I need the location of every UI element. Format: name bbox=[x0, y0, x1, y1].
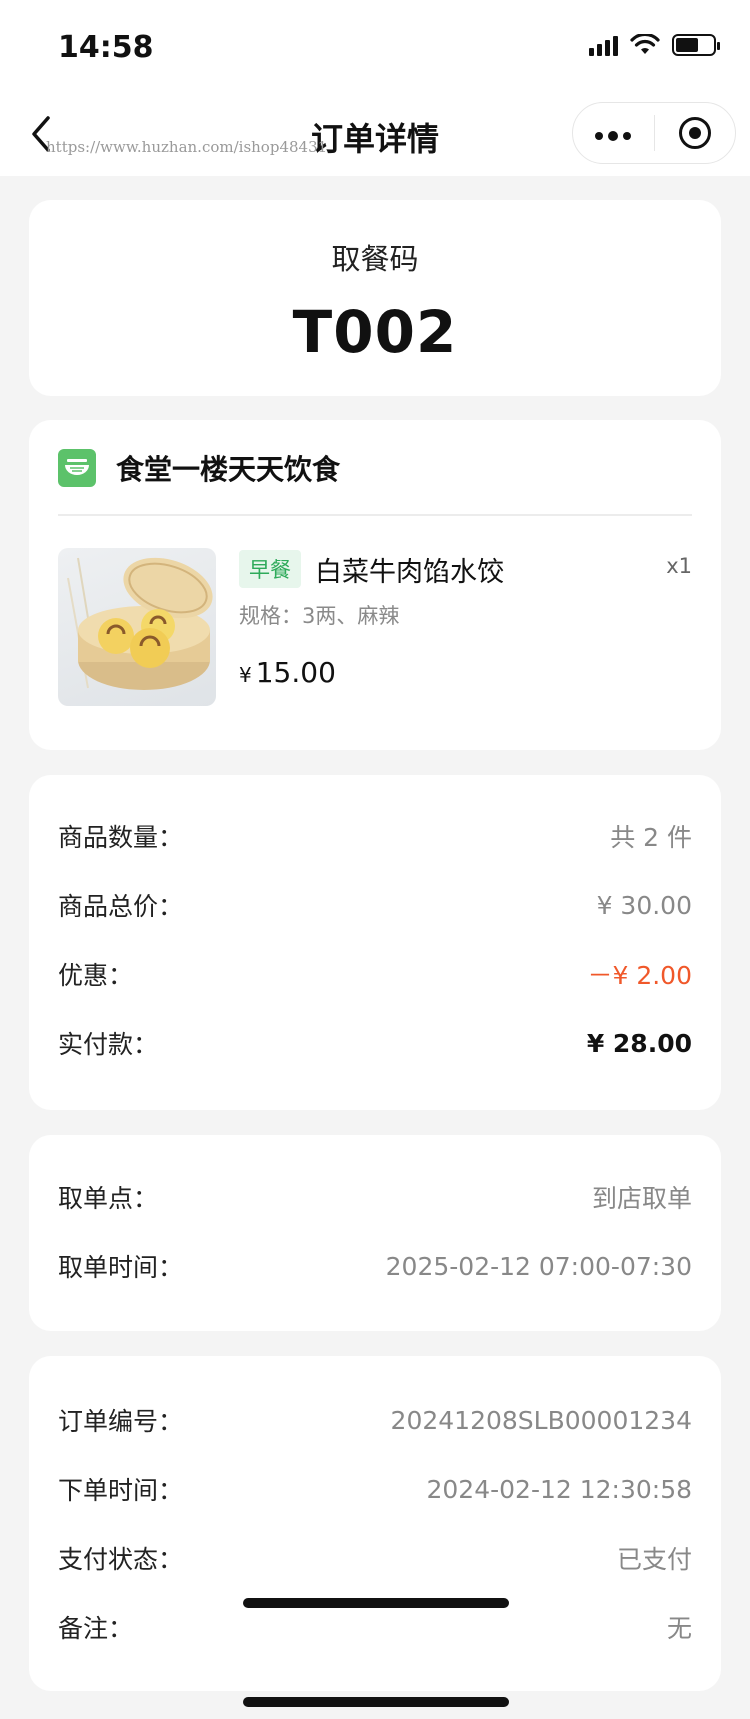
status-icons bbox=[589, 34, 720, 56]
pickup-time-row: 取单时间： 2025-02-12 07:00-07:30 bbox=[58, 1248, 692, 1284]
row-label: 实付款： bbox=[58, 1030, 159, 1059]
bowl-icon bbox=[58, 449, 96, 487]
row-label: 商品总价： bbox=[58, 892, 184, 921]
order-number-row: 订单编号： 20241208SLB00001234 bbox=[58, 1402, 692, 1438]
summary-row-total: 商品总价： ¥ 30.00 bbox=[58, 887, 692, 923]
category-tag: 早餐 bbox=[239, 550, 301, 588]
product-spec: 规格：3两、麻辣 bbox=[239, 604, 400, 628]
product-image[interactable] bbox=[58, 548, 216, 706]
row-value: 到店取单 bbox=[591, 1184, 692, 1213]
summary-row-quantity: 商品数量： 共 2 件 bbox=[58, 818, 692, 854]
price-summary-card: 商品数量： 共 2 件 商品总价： ¥ 30.00 优惠： －¥ 2.00 实付… bbox=[29, 775, 721, 1110]
product-name[interactable]: 白菜牛肉馅水饺 bbox=[315, 550, 504, 589]
summary-row-paid: 实付款： ¥ 28.00 bbox=[58, 1025, 692, 1061]
pickup-code-card: 取餐码 T002 bbox=[29, 200, 721, 396]
signal-icon bbox=[589, 34, 618, 56]
row-value: 2025-02-12 07:00-07:30 bbox=[385, 1251, 692, 1281]
remark-row: 备注： 无 bbox=[58, 1609, 692, 1645]
row-label: 订单编号： bbox=[58, 1407, 184, 1436]
row-value: 无 bbox=[666, 1614, 692, 1643]
row-label: 备注： bbox=[58, 1614, 134, 1643]
close-mini-program-button[interactable] bbox=[655, 102, 736, 164]
store-name: 食堂一楼天天饮食 bbox=[116, 453, 341, 486]
more-dots-icon bbox=[595, 131, 632, 141]
product-quantity: x1 bbox=[666, 554, 692, 578]
order-info-card: 订单编号： 20241208SLB00001234 下单时间： 2024-02-… bbox=[29, 1356, 721, 1691]
row-value: －¥ 2.00 bbox=[587, 961, 692, 990]
divider bbox=[58, 514, 692, 516]
pickup-info-card: 取单点： 到店取单 取单时间： 2025-02-12 07:00-07:30 bbox=[29, 1135, 721, 1331]
row-value: 2024-02-12 12:30:58 bbox=[426, 1474, 692, 1504]
pickup-code-label: 取餐码 bbox=[331, 242, 419, 276]
row-label: 支付状态： bbox=[58, 1545, 184, 1574]
status-time: 14:58 bbox=[58, 30, 154, 65]
payment-status-row: 支付状态： 已支付 bbox=[58, 1540, 692, 1576]
mini-program-capsule bbox=[572, 102, 736, 164]
nav-bar: 订单详情 https://www.huzhan.com/ishop48431 bbox=[0, 96, 750, 176]
battery-icon bbox=[672, 34, 720, 56]
store-header[interactable]: 食堂一楼天天饮食 bbox=[58, 448, 340, 488]
product-price: ¥15.00 bbox=[239, 656, 336, 689]
pickup-point-row: 取单点： 到店取单 bbox=[58, 1179, 692, 1215]
summary-row-discount: 优惠： －¥ 2.00 bbox=[58, 956, 692, 992]
target-close-icon bbox=[678, 117, 711, 149]
watermark-text: https://www.huzhan.com/ishop48431 bbox=[46, 138, 328, 156]
more-button[interactable] bbox=[573, 102, 654, 164]
store-card: 食堂一楼天天饮食 早餐 白菜牛肉馅水饺 x1 规格：3两、麻辣 ¥15.00 bbox=[29, 420, 721, 750]
status-bar: 14:58 bbox=[0, 0, 750, 96]
row-label: 优惠： bbox=[58, 961, 134, 990]
row-label: 取单时间： bbox=[58, 1253, 184, 1282]
order-time-row: 下单时间： 2024-02-12 12:30:58 bbox=[58, 1471, 692, 1507]
row-value: 已支付 bbox=[616, 1545, 692, 1574]
currency-symbol: ¥ bbox=[239, 663, 252, 687]
home-indicator[interactable] bbox=[243, 1697, 509, 1707]
row-label: 商品数量： bbox=[58, 823, 184, 852]
wifi-icon bbox=[630, 34, 660, 54]
home-indicator[interactable] bbox=[243, 1598, 509, 1608]
row-value: ¥ 28.00 bbox=[586, 1028, 692, 1058]
row-value[interactable]: 20241208SLB00001234 bbox=[391, 1406, 692, 1435]
row-label: 取单点： bbox=[58, 1184, 159, 1213]
pickup-code-value: T002 bbox=[292, 298, 458, 366]
row-value: ¥ 30.00 bbox=[596, 890, 692, 920]
row-value: 共 2 件 bbox=[610, 823, 692, 852]
row-label: 下单时间： bbox=[58, 1476, 184, 1505]
price-value: 15.00 bbox=[255, 656, 336, 689]
